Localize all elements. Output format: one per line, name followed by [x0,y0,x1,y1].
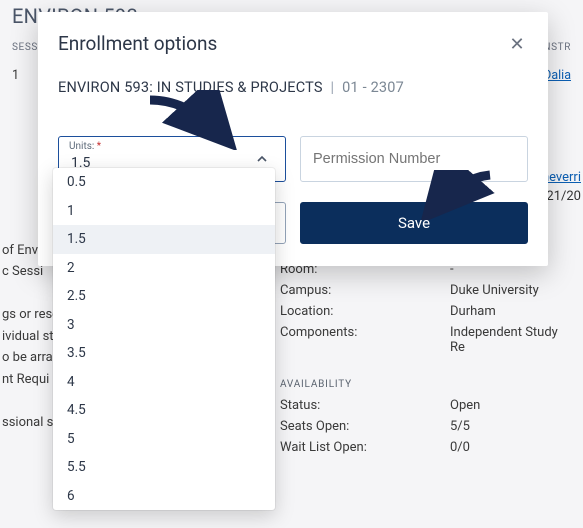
truncated-text: nt Requi [2,369,60,390]
details-column: Room:-Campus:Duke UniversityLocation:Dur… [280,256,583,461]
units-option[interactable]: 6 [53,482,275,511]
detail-row: Wait List Open:0/0 [280,440,575,455]
units-option[interactable]: 5 [53,425,275,454]
detail-value: 5/5 [450,419,575,434]
detail-value: Open [450,398,575,413]
detail-row: Seats Open:5/5 [280,419,575,434]
detail-key: Wait List Open: [280,440,450,455]
detail-key: Location: [280,304,450,319]
separator: | [331,79,335,96]
detail-key: Campus: [280,283,450,298]
detail-value: Independent Study Re [450,325,575,355]
left-partial-text: of Envic Sessi gs or reseividual stuo be… [0,240,60,433]
save-button[interactable]: Save [300,202,528,244]
truncated-text [2,390,60,411]
units-option[interactable]: 1.5 [53,225,275,254]
detail-row: Components:Independent Study Re [280,325,575,355]
availability-heading: AVAILABILITY [280,379,575,390]
close-icon: ✕ [509,35,524,53]
units-option[interactable]: 1 [53,197,275,226]
permission-number-input[interactable] [313,151,515,167]
truncated-text [2,283,60,304]
units-dropdown[interactable]: 0.511.522.533.544.555.56 [53,168,275,510]
detail-value: 0/0 [450,440,575,455]
detail-row: Status:Open [280,398,575,413]
detail-row: Location:Durham [280,304,575,319]
course-heading: ENVIRON 593: IN STUDIES & PROJECTS | 01 … [58,79,528,96]
units-label: Units: * [69,141,101,152]
modal-title: Enrollment options [58,32,217,55]
close-button[interactable]: ✕ [506,33,528,55]
permission-number-field[interactable] [300,136,528,182]
row-index: 1 [12,67,19,85]
units-option[interactable]: 2 [53,254,275,283]
save-label: Save [398,214,430,232]
units-option[interactable]: 0.5 [53,168,275,197]
units-option[interactable]: 3 [53,311,275,340]
units-option[interactable]: 4.5 [53,396,275,425]
truncated-text: o be arra [2,347,60,368]
truncated-text: gs or rese [2,304,60,325]
course-code: ENVIRON 593: IN STUDIES & PROJECTS [58,79,323,96]
units-option[interactable]: 4 [53,368,275,397]
truncated-text: ssional stu [2,412,60,433]
units-option[interactable]: 2.5 [53,282,275,311]
detail-key: Seats Open: [280,419,450,434]
course-section: 01 - 2307 [342,79,404,96]
detail-value: Duke University [450,283,575,298]
truncated-text: ividual stu [2,326,60,347]
detail-row: Campus:Duke University [280,283,575,298]
detail-key: Status: [280,398,450,413]
units-option[interactable]: 5.5 [53,453,275,482]
detail-value: Durham [450,304,575,319]
units-option[interactable]: 3.5 [53,339,275,368]
detail-key: Components: [280,325,450,355]
